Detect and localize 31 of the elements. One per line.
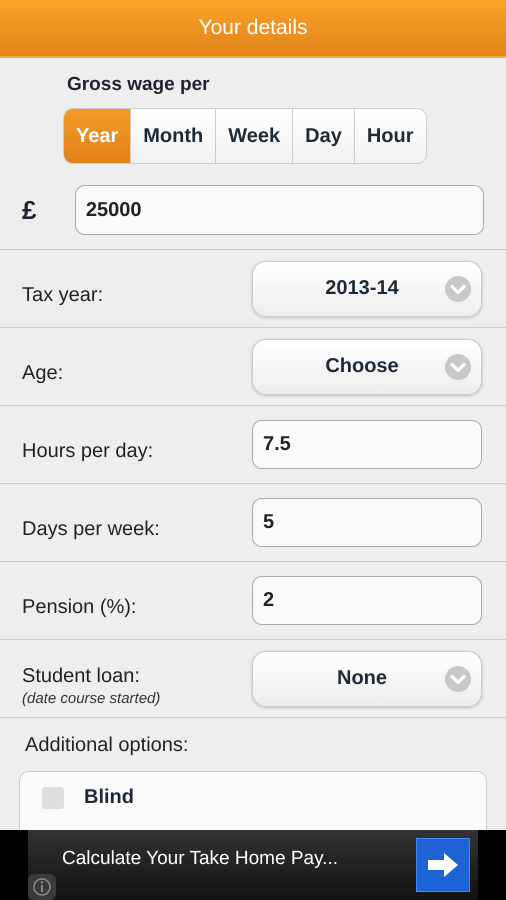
dropdown-select[interactable]: None	[252, 650, 482, 706]
chevron-down-icon	[445, 276, 471, 302]
field-label: Days per week:	[22, 518, 160, 541]
field-note: (date course started)	[22, 690, 160, 706]
field-label: Hours per day:	[22, 440, 154, 463]
period-tab[interactable]: Day	[292, 109, 354, 163]
number-input-field[interactable]: 5	[252, 498, 482, 547]
currency-symbol: £	[22, 194, 38, 226]
field-label: Student loan:	[22, 664, 141, 688]
field-label: Age:	[22, 362, 64, 385]
checkbox[interactable]	[42, 786, 64, 808]
number-input-field[interactable]: 2	[252, 576, 482, 625]
field-label: Pension (%):	[22, 596, 136, 619]
field-label: Tax year:	[22, 284, 104, 307]
period-tab[interactable]: Week	[215, 109, 292, 163]
number-input-field[interactable]: 7.5	[252, 420, 482, 469]
section-label: Additional options:	[25, 734, 188, 756]
option-label: Blind	[84, 786, 134, 809]
chevron-down-icon	[445, 666, 471, 692]
arrow-button[interactable]	[416, 838, 470, 892]
dropdown-select[interactable]: Choose	[252, 338, 482, 394]
period-tab[interactable]: Month	[130, 109, 216, 163]
wage-input-field[interactable]: 25000	[74, 185, 484, 235]
arrow-right-icon	[426, 852, 460, 878]
wage-period-label: Gross wage per	[67, 74, 211, 96]
info-icon[interactable]	[28, 874, 56, 900]
period-tab[interactable]: Hour	[354, 109, 426, 163]
dropdown-select[interactable]: 2013-14	[252, 260, 482, 316]
ad-text[interactable]: Calculate Your Take Home Pay...	[62, 848, 338, 870]
chevron-down-icon	[445, 354, 471, 380]
screen-title: Your details	[198, 16, 308, 40]
